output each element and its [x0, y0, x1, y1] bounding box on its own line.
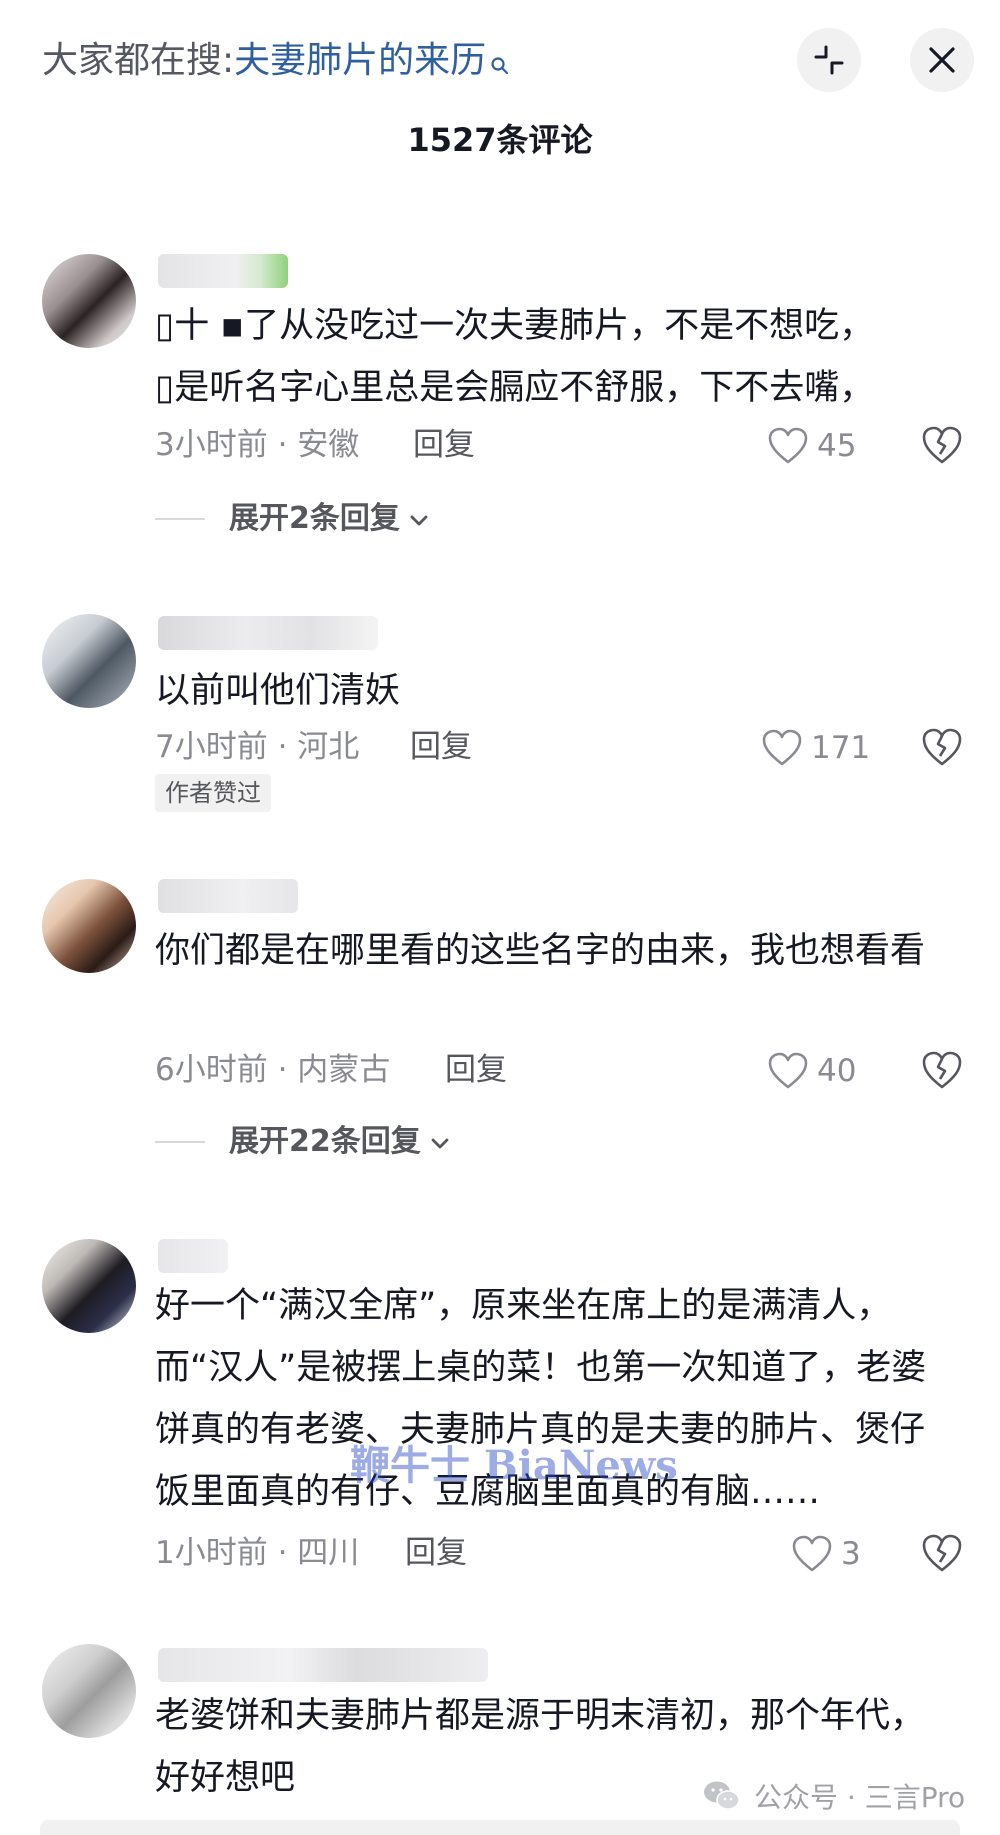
username-blurred[interactable] [158, 1648, 488, 1682]
comment-meta: 6小时前 · 内蒙古 回复 40 [155, 1045, 975, 1095]
like-button[interactable]: 171 [761, 726, 870, 770]
expand-divider [155, 518, 205, 520]
heart-icon [762, 729, 802, 766]
comment-item: 好一个“满汉全席”，原来坐在席上的是满清人，而“汉人”是被摆上桌的菜！也第一次知… [0, 1235, 1000, 1575]
heart-icon [768, 1052, 808, 1089]
wechat-icon [704, 1781, 740, 1810]
chevron-down-icon [431, 1138, 449, 1149]
dislike-button[interactable] [920, 424, 964, 468]
avatar[interactable] [42, 879, 136, 973]
username-blurred[interactable] [158, 879, 298, 913]
dislike-button[interactable] [920, 1049, 964, 1093]
heart-icon [792, 1535, 832, 1572]
comment-text: 以前叫他们清妖 [155, 671, 401, 711]
comment-text: ▯十 ▪了从没吃过一次夫妻肺片，不是不想吃， ▯是听名字心里总是会膈应不舒服，下… [155, 306, 875, 408]
username-blurred[interactable] [158, 1239, 228, 1273]
like-button[interactable]: 40 [767, 1049, 856, 1093]
like-count: 171 [811, 730, 871, 766]
close-icon [929, 47, 955, 73]
comment-time-location: 7小时前 · 河北 [155, 729, 360, 765]
comment-meta: 3小时前 · 安徽 回复 45 [155, 420, 975, 470]
comment-text: 你们都是在哪里看的这些名字的由来，我也想看看 [155, 931, 926, 971]
comment-item: 你们都是在哪里看的这些名字的由来，我也想看看 6小时前 · 内蒙古 回复 40 … [0, 875, 1000, 1165]
search-suggestion[interactable]: 大家都在搜:夫妻肺片的来历 [42, 36, 510, 90]
dislike-button[interactable] [920, 1532, 964, 1576]
comment-meta: 1小时前 · 四川 回复 3 [155, 1528, 975, 1578]
collapse-icon [814, 45, 844, 75]
like-count: 45 [817, 428, 857, 464]
dislike-button[interactable] [920, 726, 964, 770]
search-query-link[interactable]: 夫妻肺片的来历 [234, 40, 486, 81]
expand-label: 展开22条回复 [229, 1124, 421, 1159]
like-count: 3 [841, 1536, 861, 1572]
reply-button[interactable]: 回复 [445, 1045, 507, 1095]
comment-count: 1527条评论 [407, 121, 593, 159]
like-count: 40 [817, 1053, 857, 1089]
avatar[interactable] [42, 254, 136, 348]
search-icon [490, 40, 510, 90]
collapse-button[interactable] [797, 28, 861, 92]
heart-icon [768, 427, 808, 464]
watermark: 鞭牛士 BiaNews [350, 1442, 678, 1489]
comment-time-location: 3小时前 · 安徽 [155, 427, 360, 463]
reply-button[interactable]: 回复 [413, 420, 475, 470]
reply-button[interactable]: 回复 [410, 722, 472, 772]
close-button[interactable] [910, 28, 974, 92]
source-text: 公众号 · 三言Pro [754, 1781, 966, 1814]
chevron-down-icon [410, 515, 428, 526]
search-prefix: 大家都在搜: [42, 40, 235, 81]
broken-heart-icon [922, 1534, 962, 1572]
broken-heart-icon [922, 426, 962, 464]
expand-divider [155, 1141, 205, 1143]
comment-item: 以前叫他们清妖 7小时前 · 河北 回复 171 作者赞过 [0, 610, 1000, 820]
broken-heart-icon [922, 1051, 962, 1089]
like-button[interactable]: 3 [791, 1532, 861, 1576]
author-liked-badge: 作者赞过 [155, 774, 271, 812]
comment-meta: 7小时前 · 河北 回复 171 [155, 722, 975, 772]
comment-item: ▯十 ▪了从没吃过一次夫妻肺片，不是不想吃， ▯是听名字心里总是会膈应不舒服，下… [0, 250, 1000, 550]
username-blurred[interactable] [158, 616, 378, 650]
expand-label: 展开2条回复 [229, 501, 400, 536]
avatar[interactable] [42, 1644, 136, 1738]
top-bar: 大家都在搜:夫妻肺片的来历 [0, 0, 1000, 120]
broken-heart-icon [922, 728, 962, 766]
expand-replies[interactable]: 展开2条回复 [155, 497, 755, 541]
reply-button[interactable]: 回复 [405, 1528, 467, 1578]
avatar[interactable] [42, 614, 136, 708]
expand-replies[interactable]: 展开22条回复 [155, 1120, 755, 1164]
avatar[interactable] [42, 1239, 136, 1333]
comment-time-location: 1小时前 · 四川 [155, 1535, 360, 1571]
source-label: 公众号 · 三言Pro [702, 1774, 965, 1818]
comment-time-location: 6小时前 · 内蒙古 [155, 1052, 391, 1088]
like-button[interactable]: 45 [767, 424, 856, 468]
username-blurred[interactable] [158, 254, 288, 288]
input-bar[interactable] [40, 1820, 960, 1835]
